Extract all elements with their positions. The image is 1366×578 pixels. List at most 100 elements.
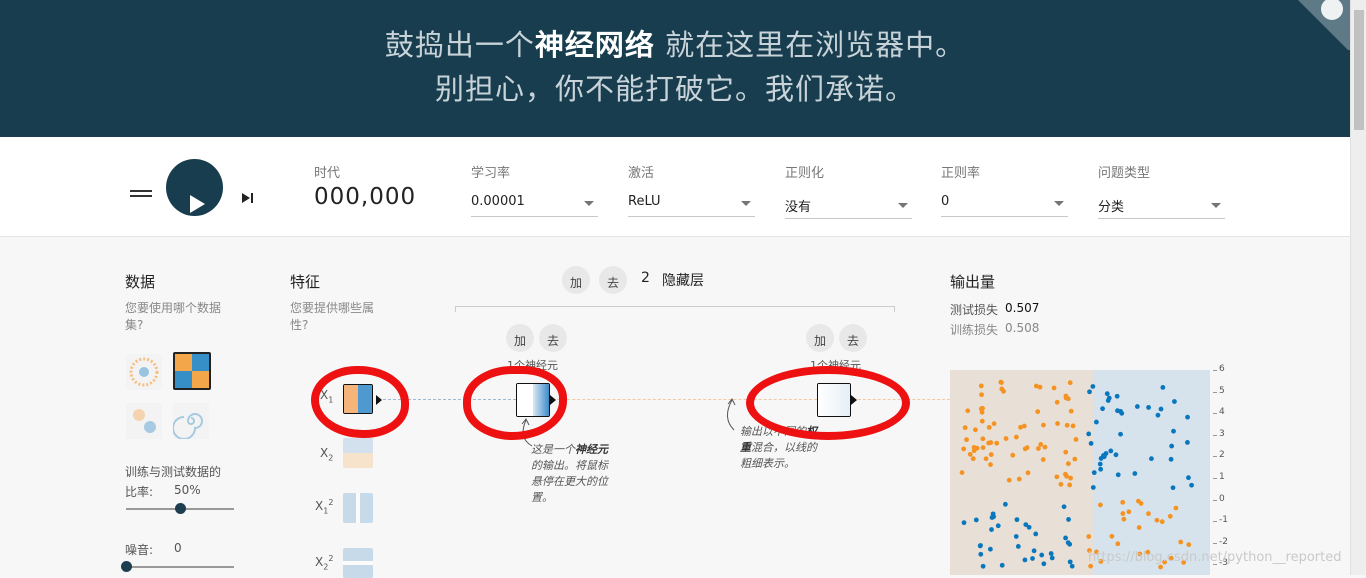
data-subtitle-2: 集? [125,318,144,332]
add-neuron-layer2-button[interactable]: 加 [806,324,834,352]
dataset-gaussian[interactable] [126,403,162,439]
add-neuron-layer1-button[interactable]: 加 [506,324,534,352]
problem-type-label: 问题类型 [1098,166,1151,181]
reg-rate-select[interactable]: 0 [941,191,1068,217]
regularization-select[interactable]: 没有 [785,193,912,219]
data-point [980,563,986,569]
data-point [987,546,993,552]
noise-slider-knob[interactable] [121,561,132,572]
data-point [1067,380,1073,386]
data-point [1154,517,1160,523]
learning-rate-label: 学习率 [471,166,511,181]
data-point [962,425,968,431]
data-point [1103,451,1109,456]
remove-neuron-layer2-button[interactable]: 去 [839,324,867,352]
dataset-spiral[interactable] [173,403,209,439]
epoch-label: 时代 [314,166,341,181]
data-point [1159,519,1165,525]
data-point [988,452,994,457]
dataset-xor[interactable] [173,352,211,390]
y-tick-label: 6 [1219,364,1225,374]
y-tick-label: -1 [1219,515,1228,526]
noise-slider[interactable] [126,566,234,568]
data-point [1185,414,1190,420]
features-subtitle-1: 您要提供哪些属 [290,301,375,315]
y-tick-label: 3 [1219,428,1225,439]
data-point [1049,555,1055,561]
data-point [986,440,991,446]
chevron-down-icon [1054,201,1064,206]
data-point [1090,485,1096,490]
noise-label: 噪音: [125,543,154,557]
data-point [1023,522,1029,527]
data-point [1149,456,1154,462]
data-point [1070,423,1076,429]
feature-x1-squared[interactable] [343,493,373,523]
data-point [1173,505,1179,511]
data-point [1158,406,1164,412]
data-point [1172,399,1177,404]
header-line-1: 鼓捣出一个神经网络 就在这里在浏览器中。 [384,28,966,62]
hidden-layer-count: 2 [641,270,650,286]
data-point [972,427,978,433]
data-point [1120,499,1126,505]
regularization-label: 正则化 [785,166,825,181]
epoch-value: 000,000 [314,184,417,210]
remove-neuron-layer1-button[interactable]: 去 [539,324,567,352]
chevron-down-icon [1211,203,1221,208]
data-point [1003,501,1008,507]
page-scrollbar[interactable] [1350,0,1366,575]
data-title: 数据 [125,273,156,291]
learning-rate-select[interactable]: 0.00001 [471,191,598,217]
feature-x2[interactable] [343,438,373,468]
data-point [1054,399,1060,405]
data-point [1120,511,1126,516]
data-point [971,445,977,450]
data-point [964,437,969,443]
y-tick [1213,478,1217,479]
github-corner[interactable] [1298,0,1350,50]
data-point [961,520,967,526]
play-button[interactable] [166,159,223,216]
ratio-slider-knob[interactable] [175,503,186,514]
dataset-circle[interactable] [126,354,162,390]
reset-button[interactable] [130,190,152,204]
data-point [1168,456,1174,462]
scrollbar-thumb[interactable] [1354,10,1364,130]
step-button[interactable] [242,193,256,203]
data-point [1039,552,1045,558]
data-point [988,462,993,468]
activation-select[interactable]: ReLU [628,191,755,217]
data-point [1018,424,1023,430]
y-tick [1213,499,1217,501]
data-point [1134,404,1140,409]
data-point [1171,428,1176,434]
data-point [978,551,984,557]
feature-x1-squared-label: X12 [315,498,334,516]
data-point [991,421,997,427]
data-point [1114,393,1120,399]
problem-type-select[interactable]: 分类 [1098,193,1225,219]
feature-x2-label: X2 [320,446,334,463]
chevron-down-icon [741,201,751,206]
data-point [1088,441,1094,446]
highlight-circle-neuron1 [463,366,567,440]
play-icon [190,195,205,213]
data-point [1086,431,1092,437]
data-point [1118,431,1123,437]
data-point [1058,481,1064,487]
data-point [1178,539,1184,545]
data-point [1169,443,1175,449]
feature-x2-squared[interactable] [343,548,373,578]
data-point [1105,398,1111,403]
output-plot[interactable] [950,370,1210,575]
data-point [999,386,1005,392]
remove-layer-button[interactable]: 去 [599,266,627,294]
data-point [977,543,983,549]
data-point [980,436,986,442]
data-point [1030,556,1035,561]
data-point [965,408,971,414]
add-layer-button[interactable]: 加 [562,266,590,294]
data-point [979,392,984,398]
data-point [1155,412,1161,418]
